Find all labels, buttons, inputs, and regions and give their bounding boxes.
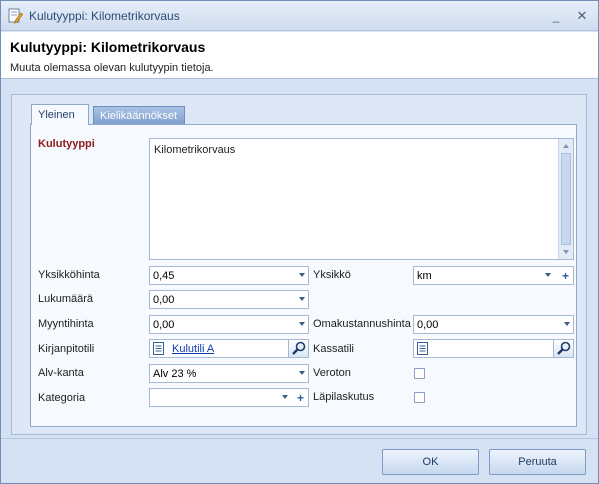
kassatili-lookup[interactable] (413, 339, 574, 358)
chevron-down-icon[interactable] (299, 273, 305, 277)
document-icon (153, 342, 164, 355)
content-area: Yleinen Kielikäännökset Kulutyyppi Kilom… (11, 94, 587, 435)
kassatili-label: Kassatili (313, 343, 354, 355)
chevron-down-icon[interactable] (299, 322, 305, 326)
title-bar: Kulutyyppi: Kilometrikorvaus _ ✕ (1, 1, 598, 31)
chevron-down-icon[interactable] (299, 371, 305, 375)
header-title: Kulutyyppi: Kilometrikorvaus (10, 39, 206, 55)
dialog-window: Kulutyyppi: Kilometrikorvaus _ ✕ Kulutyy… (0, 0, 599, 484)
scroll-down-icon[interactable] (563, 250, 569, 254)
alvkanta-label: Alv-kanta (38, 367, 84, 379)
yksikkohinta-select[interactable]: 0,45 (149, 266, 309, 285)
yksikkohinta-label: Yksikköhinta (38, 269, 100, 281)
yksikko-label: Yksikkö (313, 269, 351, 281)
omakustannushinta-label: Omakustannushinta (313, 318, 411, 330)
lapilaskutus-checkbox[interactable] (414, 392, 425, 403)
lukumaara-select[interactable]: 0,00 (149, 290, 309, 309)
myyntihinta-label: Myyntihinta (38, 318, 94, 330)
chevron-down-icon[interactable] (545, 273, 551, 277)
close-button[interactable]: ✕ (573, 7, 591, 25)
scroll-up-icon[interactable] (563, 144, 569, 148)
tab-yleinen[interactable]: Yleinen (31, 104, 89, 125)
kulutyyppi-value: Kilometrikorvaus (154, 144, 236, 156)
dialog-footer: OK Peruuta (1, 438, 598, 483)
myyntihinta-value: 0,00 (153, 319, 175, 331)
yksikko-value: km (417, 270, 432, 282)
chevron-down-icon[interactable] (564, 322, 570, 326)
add-icon[interactable]: + (297, 390, 304, 406)
edit-document-icon (8, 8, 23, 24)
myyntihinta-select[interactable]: 0,00 (149, 315, 309, 334)
kategoria-select[interactable]: + (149, 388, 309, 407)
header-subtitle: Muuta olemassa olevan kulutyypin tietoja… (10, 62, 214, 74)
chevron-down-icon[interactable] (282, 395, 288, 399)
search-button[interactable] (288, 340, 308, 357)
vertical-scrollbar[interactable] (558, 139, 573, 259)
kategoria-label: Kategoria (38, 392, 86, 404)
tab-kielikaannokset[interactable]: Kielikäännökset (93, 106, 185, 125)
kulutyyppi-input[interactable]: Kilometrikorvaus (149, 138, 574, 260)
add-icon[interactable]: + (562, 268, 569, 284)
window-title: Kulutyyppi: Kilometrikorvaus (29, 9, 180, 23)
yksikkohinta-value: 0,45 (153, 270, 175, 282)
lukumaara-value: 0,00 (153, 294, 175, 306)
kulutyyppi-label: Kulutyyppi (38, 138, 95, 150)
veroton-checkbox[interactable] (414, 368, 425, 379)
scroll-thumb[interactable] (561, 153, 571, 245)
ok-button[interactable]: OK (382, 449, 479, 475)
alvkanta-select[interactable]: Alv 23 % (149, 364, 309, 383)
cancel-button[interactable]: Peruuta (489, 449, 586, 475)
kirjanpitotili-lookup[interactable]: Kulutili A (149, 339, 309, 358)
search-button[interactable] (553, 340, 573, 357)
kirjanpitotili-label: Kirjanpitotili (38, 343, 95, 355)
omakustannushinta-select[interactable]: 0,00 (413, 315, 574, 334)
document-icon (417, 342, 428, 355)
magnifier-icon (557, 341, 571, 355)
alvkanta-value: Alv 23 % (153, 368, 197, 380)
tab-panel-yleinen: Kulutyyppi Kilometrikorvaus Yksikköhinta… (30, 124, 577, 427)
omakustannushinta-value: 0,00 (417, 319, 439, 331)
yksikko-select[interactable]: km + (413, 266, 574, 285)
chevron-down-icon[interactable] (299, 297, 305, 301)
veroton-label: Veroton (313, 367, 351, 379)
lapilaskutus-label: Läpilaskutus (313, 391, 375, 403)
dialog-header: Kulutyyppi: Kilometrikorvaus Muuta olema… (1, 32, 598, 79)
minimize-button[interactable]: _ (547, 7, 565, 25)
magnifier-icon (292, 341, 306, 355)
lukumaara-label: Lukumäärä (38, 293, 94, 305)
kirjanpitotili-link[interactable]: Kulutili A (172, 343, 214, 355)
